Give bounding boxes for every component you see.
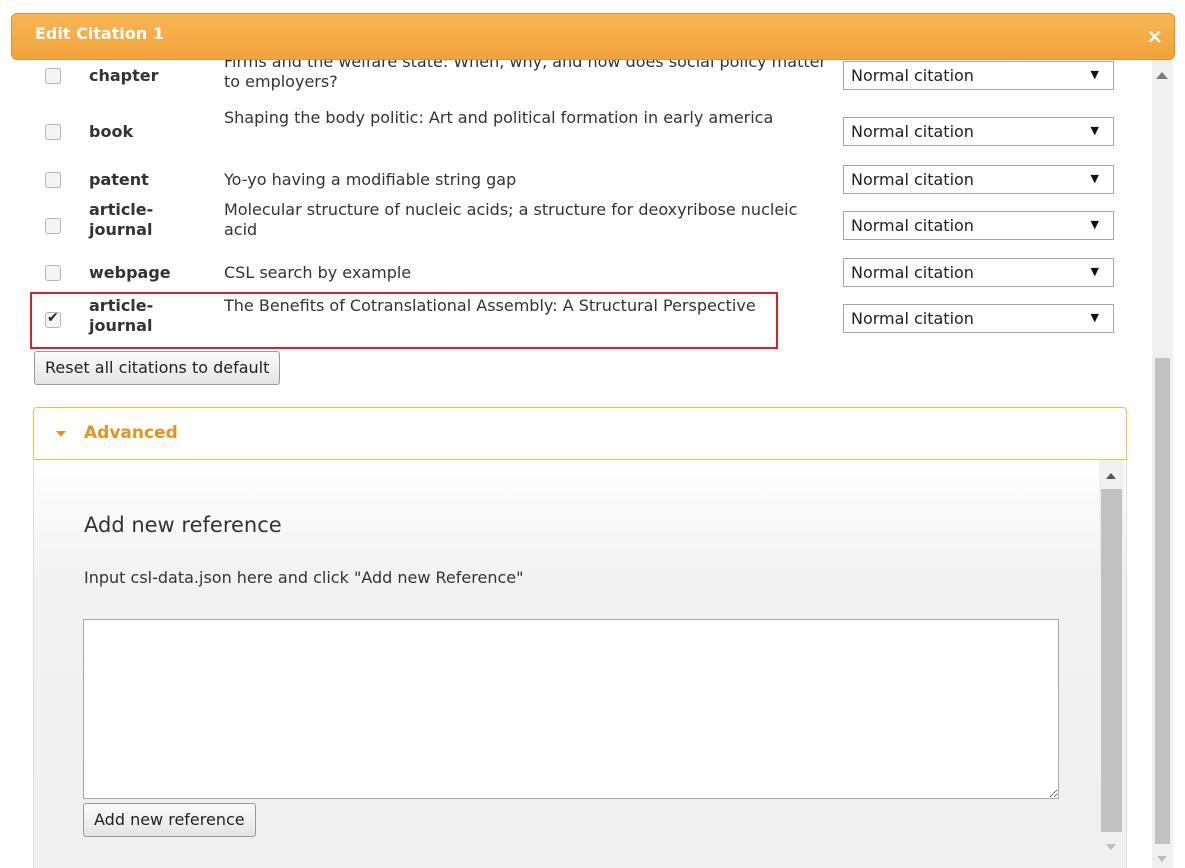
scroll-thumb[interactable] <box>1101 489 1122 832</box>
citation-checkbox[interactable] <box>45 265 61 281</box>
advanced-label: Advanced <box>84 423 178 443</box>
scroll-down-icon[interactable] <box>1106 844 1116 850</box>
reset-citations-button[interactable]: Reset all citations to default <box>34 351 281 385</box>
citation-type: article-journal <box>89 200 154 239</box>
citation-type: chapter <box>89 66 159 85</box>
citation-mode-value: Normal citation <box>851 309 974 328</box>
chevron-down-icon: ▼ <box>1090 311 1099 324</box>
citation-checkbox[interactable] <box>45 124 61 140</box>
chevron-down-icon: ▼ <box>1090 218 1099 231</box>
citation-title: Firms and the welfare state: When, why, … <box>224 60 827 91</box>
chevron-down-icon: ▼ <box>1090 68 1099 81</box>
citation-row: chapter Firms and the welfare state: Whe… <box>0 60 1140 106</box>
citation-mode-select[interactable]: Normal citation ▼ <box>843 211 1114 240</box>
scroll-up-icon[interactable] <box>1106 473 1116 479</box>
scroll-up-icon[interactable] <box>1156 72 1168 79</box>
citation-mode-select[interactable]: Normal citation ▼ <box>843 258 1114 287</box>
citation-title: CSL search by example <box>224 263 412 282</box>
dialog-title: Edit Citation 1 <box>35 24 164 43</box>
citation-type: webpage <box>89 263 171 282</box>
citation-checkbox[interactable] <box>45 172 61 188</box>
close-icon[interactable]: × <box>1146 22 1163 50</box>
citation-mode-select[interactable]: Normal citation ▼ <box>843 165 1114 194</box>
add-reference-button[interactable]: Add new reference <box>83 803 256 837</box>
caret-down-icon <box>56 431 66 437</box>
citation-row: book Shaping the body politic: Art and p… <box>0 106 1140 156</box>
selection-highlight <box>30 292 778 349</box>
citation-title: Shaping the body politic: Art and politi… <box>224 108 774 127</box>
citation-row: article-journal Molecular structure of n… <box>0 200 1140 250</box>
csl-json-input[interactable] <box>83 619 1059 799</box>
add-reference-heading: Add new reference <box>84 513 282 537</box>
chevron-down-icon: ▼ <box>1090 124 1099 137</box>
citation-mode-value: Normal citation <box>851 122 974 141</box>
citation-title: Yo-yo having a modifiable string gap <box>224 170 517 189</box>
citation-checkbox[interactable] <box>45 68 61 84</box>
advanced-scrollbar[interactable] <box>1099 460 1124 868</box>
citation-mode-value: Normal citation <box>851 66 974 85</box>
citation-mode-value: Normal citation <box>851 263 974 282</box>
dialog-title-bar: Edit Citation 1 × <box>11 13 1175 60</box>
dialog-scrollbar[interactable] <box>1152 60 1173 868</box>
scroll-down-icon[interactable] <box>1157 856 1167 862</box>
citation-checkbox[interactable] <box>45 218 61 234</box>
citation-mode-select[interactable]: Normal citation ▼ <box>843 304 1114 333</box>
citation-row: patent Yo-yo having a modifiable string … <box>0 164 1140 196</box>
advanced-accordion-header[interactable]: Advanced <box>33 407 1127 460</box>
add-reference-instructions: Input csl-data.json here and click "Add … <box>84 568 524 587</box>
citation-type: patent <box>89 170 149 189</box>
citation-title: Molecular structure of nucleic acids; a … <box>224 200 798 239</box>
scroll-thumb[interactable] <box>1155 358 1170 844</box>
citation-mode-value: Normal citation <box>851 216 974 235</box>
chevron-down-icon: ▼ <box>1090 172 1099 185</box>
citation-mode-select[interactable]: Normal citation ▼ <box>843 117 1114 146</box>
citation-mode-select[interactable]: Normal citation ▼ <box>843 61 1114 90</box>
citation-row: webpage CSL search by example Normal cit… <box>0 257 1140 289</box>
dialog-content: chapter Firms and the welfare state: Whe… <box>0 60 1185 868</box>
citation-type: book <box>89 122 134 141</box>
citation-mode-value: Normal citation <box>851 170 974 189</box>
chevron-down-icon: ▼ <box>1090 265 1099 278</box>
